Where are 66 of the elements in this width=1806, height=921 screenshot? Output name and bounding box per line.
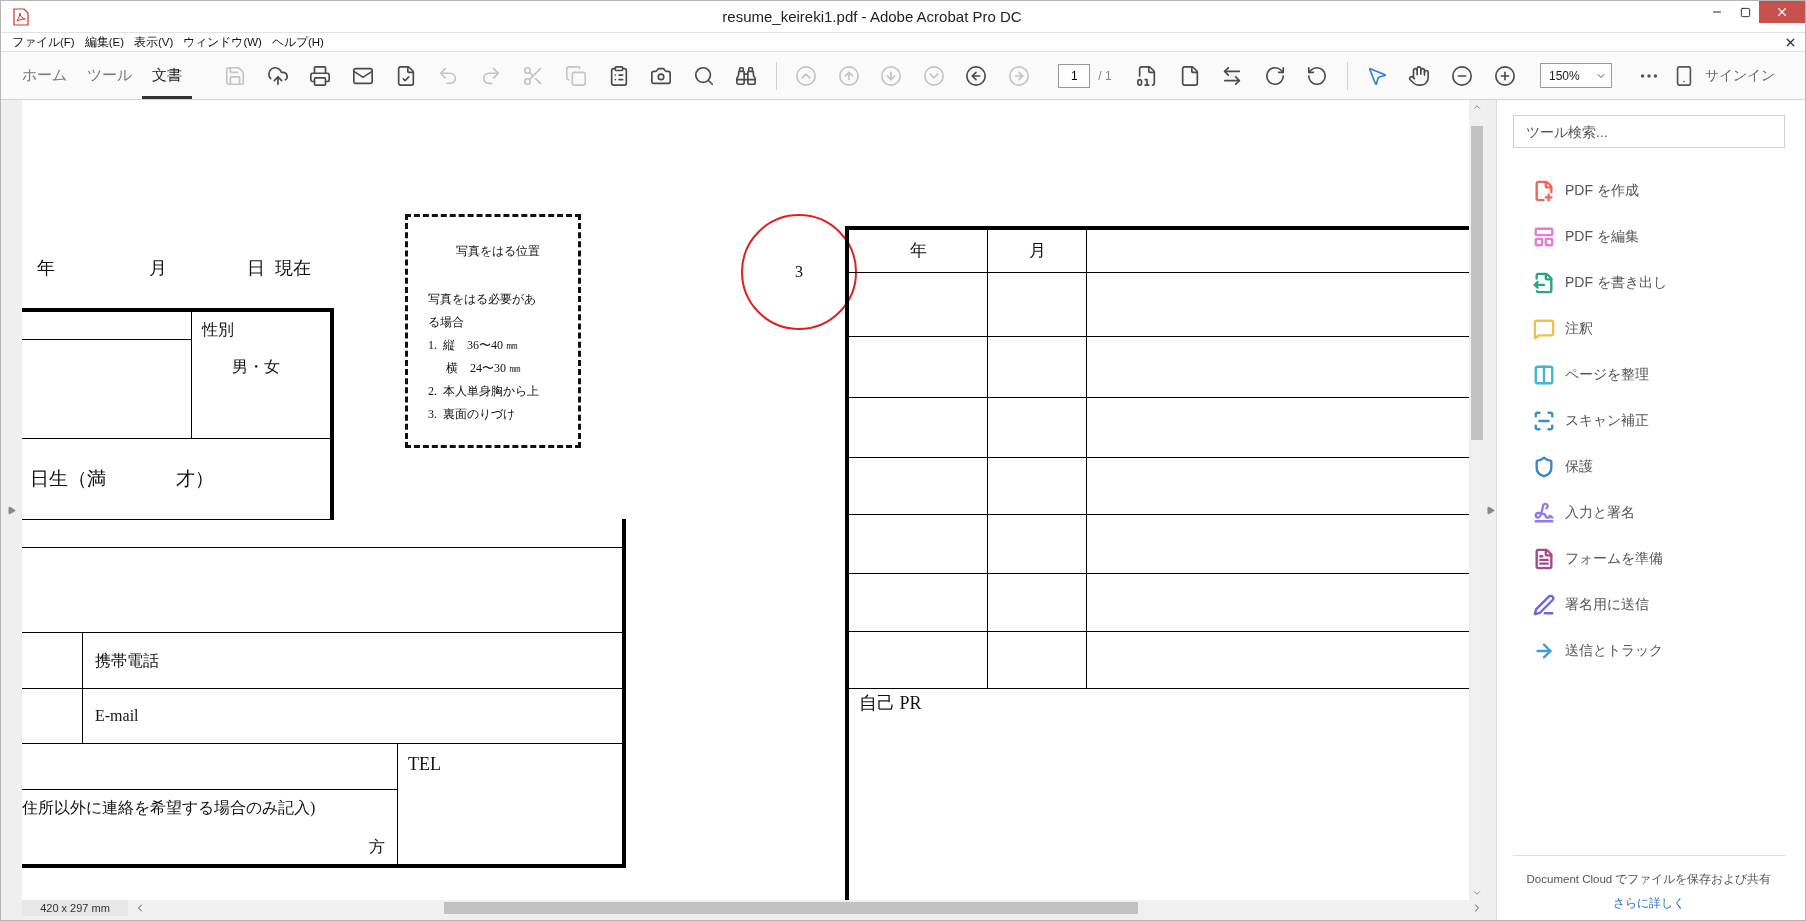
photo-title: 写真をはる位置	[455, 243, 541, 260]
email-label: E-mail	[95, 706, 139, 726]
cloud-upload-icon[interactable]	[266, 64, 289, 87]
photo-instruction: 2. 本人単身胸から上	[428, 383, 540, 400]
expand-icon[interactable]	[7, 505, 16, 515]
tab[interactable]: ツール	[77, 52, 142, 99]
age-label: 才）	[176, 467, 214, 491]
tool-item[interactable]: ページを整理	[1513, 352, 1785, 398]
binoculars-icon[interactable]	[735, 64, 758, 87]
date-label: 現在	[275, 258, 311, 280]
menu-item[interactable]: 編集(E)	[79, 34, 130, 50]
annotation-number: 3	[795, 262, 803, 282]
column-header: 月	[1028, 240, 1046, 262]
rotate-counterclockwise-icon[interactable]	[1306, 64, 1329, 87]
hand-icon[interactable]	[1408, 64, 1431, 87]
photo-instruction: 横 24〜30 ㎜	[445, 360, 522, 377]
page-size: 420 x 297 mm	[22, 900, 128, 916]
zoom-out-icon[interactable]	[1451, 64, 1474, 87]
gender-options: 男・女	[232, 357, 330, 377]
gender-label: 性別	[202, 320, 235, 340]
contact-note: 住所以外に連絡を希望する場合のみ記入)	[22, 798, 317, 818]
cloud-promo-text: Document Cloud でファイルを保存および共有	[1526, 872, 1772, 887]
learn-more-link[interactable]: さらに詳しく	[1613, 895, 1685, 912]
column-header: 年	[909, 240, 927, 262]
menu-item[interactable]: ウィンドウ(W)	[178, 34, 267, 50]
tool-item[interactable]: PDF を作成	[1513, 168, 1785, 214]
photo-instruction: 3. 裏面のりづけ	[428, 406, 516, 423]
date-label: 日	[247, 258, 265, 280]
page-number-field[interactable]: 1	[1058, 63, 1091, 88]
arrow-left-icon[interactable]	[965, 64, 988, 87]
search-icon[interactable]	[692, 64, 715, 87]
menu-item[interactable]: ファイル(F)	[7, 34, 80, 50]
mobile-label: 携帯電話	[95, 650, 159, 671]
tel-label: TEL	[408, 754, 441, 776]
photo-instruction: 写真をはる必要があ	[428, 291, 537, 308]
tool-item[interactable]: 入力と署名	[1513, 490, 1785, 536]
zoom-in-icon[interactable]	[1493, 64, 1516, 87]
tool-item[interactable]: 送信とトラック	[1513, 628, 1785, 674]
collapse-icon[interactable]	[1486, 505, 1495, 515]
tool-item[interactable]: 保護	[1513, 444, 1785, 490]
pdf-file-icon	[13, 7, 29, 26]
tool-item[interactable]: 注釈	[1513, 306, 1785, 352]
zoom-select[interactable]: 150%	[1539, 63, 1612, 88]
tab[interactable]: ホーム	[12, 52, 77, 99]
tool-item[interactable]: フォームを準備	[1513, 536, 1785, 582]
contact-suffix: 方	[369, 837, 385, 857]
self-pr-label: 自己 PR	[859, 693, 922, 713]
date-label: 月	[149, 258, 167, 280]
tool-item[interactable]: スキャン補正	[1513, 398, 1785, 444]
tool-item[interactable]: 署名用に送信	[1513, 582, 1785, 628]
page-total: / 1	[1098, 68, 1112, 83]
rotate-clockwise-icon[interactable]	[1263, 64, 1286, 87]
photo-instruction: る場合	[428, 314, 465, 331]
tool-item[interactable]: PDF を編集	[1513, 214, 1785, 260]
menu-item[interactable]: ヘルプ(H)	[266, 34, 329, 50]
tool-item[interactable]: PDF を書き出し	[1513, 260, 1785, 306]
menu-item[interactable]: 表示(V)	[129, 34, 179, 50]
tool-search-field[interactable]: ツール検索...	[1513, 115, 1785, 148]
date-label: 年	[37, 258, 55, 280]
sign-in-link[interactable]: サインイン	[1705, 66, 1775, 85]
actual-size-icon[interactable]	[1135, 64, 1158, 87]
birth-label: 日生（満	[30, 467, 106, 491]
printer-icon[interactable]	[309, 64, 332, 87]
maximize-icon[interactable]	[1739, 6, 1751, 18]
window-title: resume_keireki1.pdf - Adobe Acrobat Pro DC	[721, 8, 1023, 25]
photo-instruction: 1. 縦 36〜40 ㎜	[428, 337, 519, 354]
